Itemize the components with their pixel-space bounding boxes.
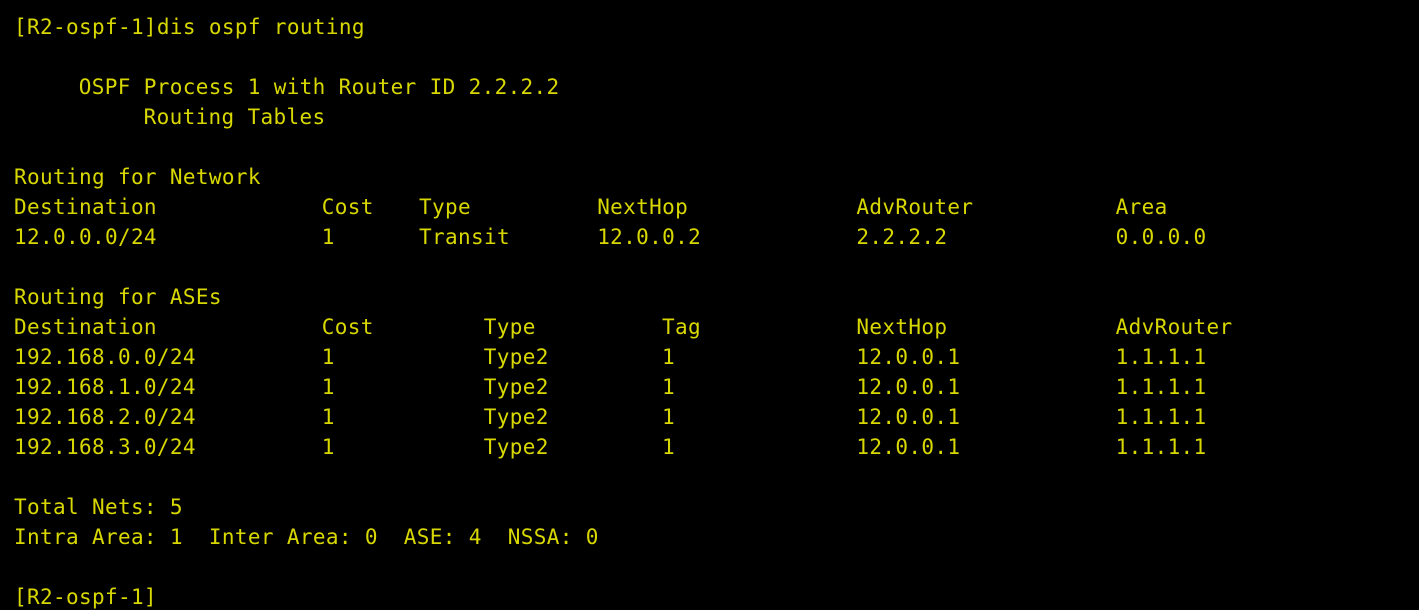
column-header-area: Area: [1115, 195, 1168, 219]
column-header-cost: Cost: [321, 195, 374, 219]
cell-destination: 192.168.2.0/24: [14, 405, 196, 429]
cell-type: Transit: [419, 225, 510, 249]
network-rows-container: 12.0.0.0/24 1 Transit 12.0.0.2 2.2.2.2 0.0.0.…: [14, 222, 1419, 252]
table-row: 192.168.1.0/24 1 Type2 1 12.0.0.1 1.1.1.1: [14, 372, 1419, 402]
table-row: 192.168.2.0/24 1 Type2 1 12.0.0.1 1.1.1.1: [14, 402, 1419, 432]
table-row: 192.168.0.0/24 1 Type2 1 12.0.0.1 1.1.1.1: [14, 342, 1419, 372]
cell-destination: 192.168.3.0/24: [14, 435, 196, 459]
cell-cost: 1: [321, 345, 335, 369]
routing-tables-line: Routing Tables: [143, 105, 326, 129]
column-header-cost: Cost: [321, 315, 374, 339]
cell-tag: 1: [662, 405, 675, 429]
ase-section-heading: Routing for ASEs: [14, 285, 222, 309]
cell-cost: 1: [321, 375, 335, 399]
column-header-type: Type: [419, 195, 471, 219]
cell-type: Type2: [483, 345, 549, 369]
ase-header-row: Destination Cost Type Tag NextHop AdvRouter: [14, 312, 1419, 342]
cell-tag: 1: [662, 345, 675, 369]
cell-advrouter: 2.2.2.2: [856, 225, 948, 249]
terminal-window[interactable]: [R2-ospf-1]dis ospf routing OSPF Process…: [0, 0, 1419, 610]
cell-advrouter: 1.1.1.1: [1115, 435, 1207, 459]
cell-cost: 1: [321, 435, 335, 459]
cell-destination: 12.0.0.0/24: [14, 225, 157, 249]
network-section-heading: Routing for Network: [14, 165, 261, 189]
table-row: 12.0.0.0/24 1 Transit 12.0.0.2 2.2.2.2 0.0.0.…: [14, 222, 1419, 252]
cell-advrouter: 1.1.1.1: [1115, 375, 1207, 399]
column-header-destination: Destination: [14, 315, 157, 339]
cell-tag: 1: [662, 435, 675, 459]
cell-nexthop: 12.0.0.2: [597, 225, 702, 249]
cell-destination: 192.168.0.0/24: [14, 345, 196, 369]
table-row: 192.168.3.0/24 1 Type2 1 12.0.0.1 1.1.1.1: [14, 432, 1419, 462]
cell-type: Type2: [483, 435, 549, 459]
cell-nexthop: 12.0.0.1: [856, 375, 961, 399]
column-header-destination: Destination: [14, 195, 157, 219]
cell-cost: 1: [321, 225, 335, 249]
column-header-advrouter: AdvRouter: [1115, 315, 1233, 339]
area-counts-line: Intra Area: 1 Inter Area: 0 ASE: 4 NSSA:…: [14, 525, 599, 549]
cell-type: Type2: [483, 405, 549, 429]
cell-tag: 1: [662, 375, 675, 399]
ase-rows-container: 192.168.0.0/24 1 Type2 1 12.0.0.1 1.1.1.1 192.…: [14, 342, 1419, 462]
cell-nexthop: 12.0.0.1: [856, 405, 961, 429]
cell-nexthop: 12.0.0.1: [856, 345, 961, 369]
cell-cost: 1: [321, 405, 335, 429]
cell-destination: 192.168.1.0/24: [14, 375, 196, 399]
column-header-tag: Tag: [662, 315, 701, 339]
cell-area: 0.0.0.0: [1115, 225, 1207, 249]
network-header-row: Destination Cost Type NextHop AdvRouter Area: [14, 192, 1419, 222]
column-header-nexthop: NextHop: [597, 195, 689, 219]
total-nets-line: Total Nets: 5: [14, 495, 183, 519]
column-header-nexthop: NextHop: [856, 315, 948, 339]
ospf-process-line: OSPF Process 1 with Router ID 2.2.2.2: [78, 75, 560, 99]
terminal-screen: [R2-ospf-1]dis ospf routing OSPF Process…: [14, 12, 1419, 610]
cell-type: Type2: [483, 375, 549, 399]
column-header-advrouter: AdvRouter: [856, 195, 974, 219]
trailing-prompt[interactable]: [R2-ospf-1]: [14, 582, 1419, 610]
column-header-type: Type: [483, 315, 536, 339]
cell-advrouter: 1.1.1.1: [1115, 345, 1207, 369]
cell-advrouter: 1.1.1.1: [1115, 405, 1207, 429]
cell-nexthop: 12.0.0.1: [856, 435, 961, 459]
command-line: [R2-ospf-1]dis ospf routing: [14, 15, 365, 39]
